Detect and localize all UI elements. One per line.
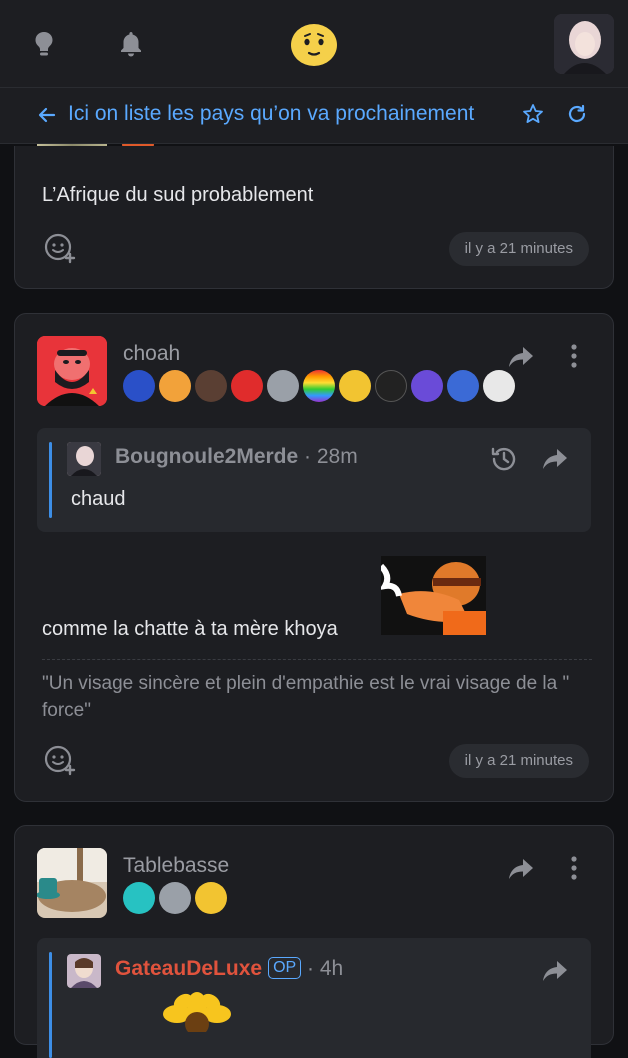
quoted-message[interactable]: GateauDeLuxe OP · 4h <box>37 938 591 1058</box>
badge-party-icon[interactable] <box>195 882 227 914</box>
quoted-text: chaud <box>71 488 126 510</box>
quoted-author-line: GateauDeLuxe OP · 4h <box>115 957 343 981</box>
separator-dot: · <box>307 957 315 980</box>
quoted-age: 28m <box>316 445 358 468</box>
quoted-author-avatar[interactable] <box>67 954 101 988</box>
quote-bar <box>49 442 52 518</box>
quoted-author-name[interactable]: Bougnoule2Merde <box>115 445 298 468</box>
badge-emoji-icon[interactable] <box>339 370 371 402</box>
share-icon[interactable] <box>541 446 569 472</box>
star-icon[interactable] <box>522 103 544 125</box>
user-avatar[interactable] <box>554 14 614 74</box>
lightbulb-icon[interactable] <box>28 28 60 60</box>
share-icon[interactable] <box>541 958 569 984</box>
sunflower-sticker-image[interactable] <box>147 992 247 1032</box>
post-timestamp[interactable]: il y a 21 minutes <box>448 744 589 778</box>
badge-sticker-icon[interactable] <box>483 370 515 402</box>
author-avatar[interactable] <box>37 848 107 918</box>
badge-clown-icon[interactable] <box>231 370 263 402</box>
share-icon[interactable] <box>507 344 535 370</box>
badge-rooster-icon[interactable] <box>159 370 191 402</box>
quoted-author-line: Bougnoule2Merde · 28m <box>115 445 358 469</box>
badge-cards-icon[interactable] <box>447 370 479 402</box>
badge-stars-icon[interactable] <box>123 882 155 914</box>
post-card: choah Bougnoule2Merde · 28m chaud comme … <box>14 313 614 802</box>
quoted-author-avatar[interactable] <box>67 442 101 476</box>
more-options-icon[interactable] <box>569 854 579 882</box>
smiley-logo-icon[interactable] <box>290 23 338 67</box>
quoted-author-name[interactable]: GateauDeLuxe <box>115 957 262 980</box>
badge-zero-tout-icon[interactable] <box>375 370 407 402</box>
share-icon[interactable] <box>507 856 535 882</box>
quoted-message[interactable]: Bougnoule2Merde · 28m chaud <box>37 428 591 532</box>
author-avatar[interactable] <box>37 336 107 406</box>
top-navigation-bar <box>0 0 628 88</box>
reaction-sticker-image[interactable] <box>381 556 486 635</box>
separator-dot: · <box>304 445 312 468</box>
topic-title-bar: Ici on liste les pays qu’on va prochaine… <box>0 88 628 144</box>
post-card: L’Afrique du sud probablement il y a 21 … <box>14 146 614 289</box>
badge-face-icon[interactable] <box>267 370 299 402</box>
post-timestamp[interactable]: il y a 21 minutes <box>448 232 589 266</box>
add-reaction-icon[interactable] <box>43 744 77 778</box>
author-name[interactable]: Tablebasse <box>123 854 229 878</box>
history-icon[interactable] <box>489 444 519 474</box>
topic-title[interactable]: Ici on liste les pays qu’on va prochaine… <box>68 102 474 126</box>
author-signature: "Un visage sincère et plein d'empathie e… <box>42 659 592 724</box>
badge-face-icon[interactable] <box>159 882 191 914</box>
back-arrow-icon[interactable] <box>36 104 58 126</box>
refresh-icon[interactable] <box>566 103 588 125</box>
quote-bar <box>49 952 52 1058</box>
post-text: comme la chatte à ta mère khoya <box>42 618 338 640</box>
badge-portrait-icon[interactable] <box>195 370 227 402</box>
badge-moon-icon[interactable] <box>411 370 443 402</box>
post-card: Tablebasse GateauDeLuxe OP · 4h <box>14 825 614 1058</box>
author-badges <box>123 370 515 402</box>
author-badges <box>123 882 227 914</box>
op-badge: OP <box>268 957 302 979</box>
badge-rainbow-icon[interactable] <box>303 370 335 402</box>
add-reaction-icon[interactable] <box>43 232 77 266</box>
author-name[interactable]: choah <box>123 342 180 366</box>
quoted-age: 4h <box>319 957 344 980</box>
bell-icon[interactable] <box>115 28 147 60</box>
more-options-icon[interactable] <box>569 342 579 370</box>
badge-crown-icon[interactable] <box>123 370 155 402</box>
post-text: L’Afrique du sud probablement <box>42 184 314 206</box>
